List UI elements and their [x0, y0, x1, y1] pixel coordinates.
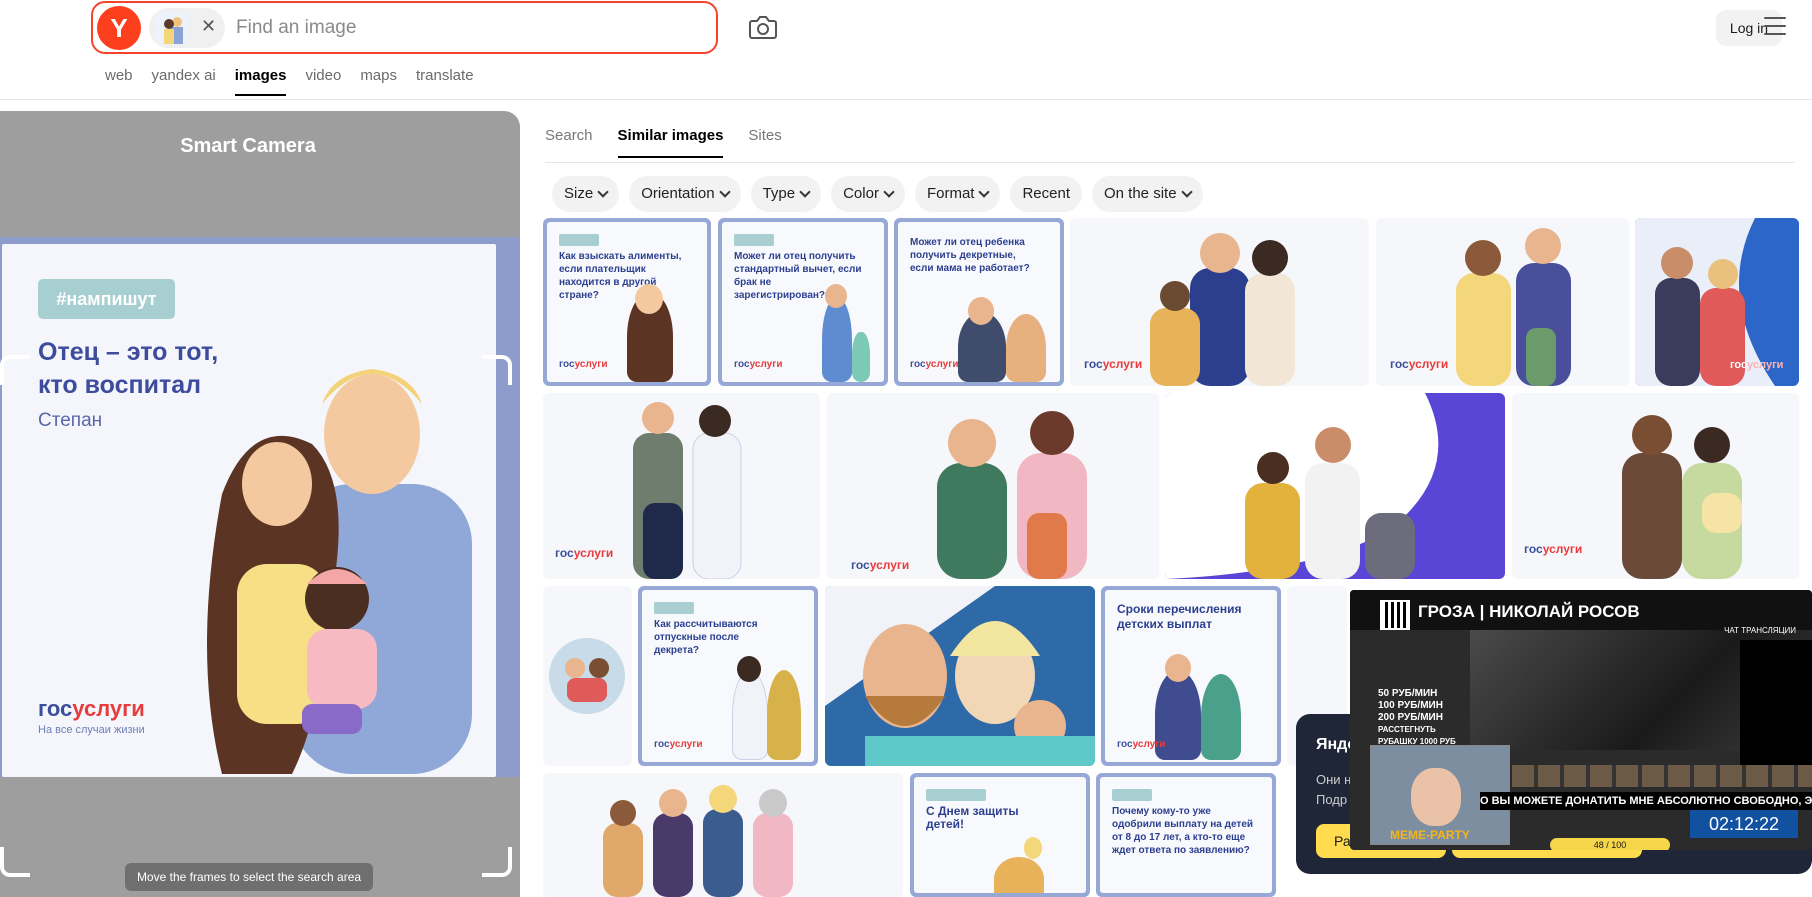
svg-text:госуслуги: госуслуги	[555, 546, 613, 560]
query-image-chip[interactable]: ✕	[149, 8, 225, 48]
chevron-down-icon	[883, 186, 895, 198]
tab-similar-images[interactable]: Similar images	[617, 127, 724, 158]
result-image[interactable]: Может ли отец ребенка получить декретные…	[894, 218, 1064, 386]
search-bar[interactable]: Y ✕	[91, 1, 718, 54]
result-image[interactable]: госуслуги	[1376, 218, 1629, 386]
result-image[interactable]	[543, 586, 632, 766]
chevron-down-icon	[1180, 186, 1193, 198]
result-image[interactable]	[543, 773, 903, 897]
result-image[interactable]: С Днем защиты детей!	[910, 773, 1090, 897]
results-tabs: Search Similar images Sites	[545, 127, 807, 158]
query-image-thumbnail	[155, 12, 189, 44]
svg-text:госуслуги: госуслуги	[1524, 542, 1582, 556]
filter-format[interactable]: Format	[914, 176, 1001, 212]
promo-text: Они н Подр	[1316, 772, 1352, 807]
stream-title: ГРОЗА | НИКОЛАЙ РОСОВ	[1418, 602, 1640, 621]
service-web[interactable]: web	[105, 67, 133, 96]
filter-bar: Size Orientation Type Color Format Recen…	[552, 176, 1203, 212]
filter-on-the-site[interactable]: On the site	[1092, 176, 1203, 212]
result-image[interactable]: Сроки перечисления детских выплат госусл…	[1101, 586, 1281, 766]
camera-search-icon[interactable]	[748, 14, 778, 40]
video-stream-overlay[interactable]: ГРОЗА | НИКОЛАЙ РОСОВ ЧАТ ТРАНСЛЯЦИИ 50 …	[1350, 590, 1812, 850]
stream-ticker: О ВЫ МОЖЕТЕ ДОНАТИТЬ МНЕ АБСОЛЮТНО СВОБО…	[1480, 792, 1812, 810]
filter-type[interactable]: Type	[750, 176, 822, 212]
selection-hint: Move the frames to select the search are…	[125, 863, 373, 891]
search-input[interactable]	[236, 13, 686, 43]
frame-handle-top-left[interactable]	[0, 355, 30, 385]
service-translate[interactable]: translate	[416, 67, 474, 96]
clear-image-icon[interactable]: ✕	[201, 16, 216, 37]
result-image[interactable]	[1165, 393, 1505, 579]
frame-handle-bottom-left[interactable]	[0, 847, 30, 877]
preview-author: Степан	[38, 410, 103, 431]
meme-party-logo: MEME-PARTY	[1390, 828, 1470, 842]
chevron-down-icon	[799, 186, 811, 198]
result-image[interactable]: госуслуги	[1635, 218, 1799, 386]
result-image[interactable]: Как рассчитываются отпускные после декре…	[638, 586, 818, 766]
header: Y ✕ Log in web yandex ai	[0, 0, 1812, 100]
service-yandex-ai[interactable]: yandex ai	[152, 67, 216, 96]
chevron-down-icon	[978, 186, 991, 198]
result-image[interactable]: госуслуги	[543, 393, 820, 579]
svg-text:госуслуги: госуслуги	[1390, 357, 1448, 371]
service-video[interactable]: video	[305, 67, 341, 96]
yandex-logo[interactable]: Y	[97, 6, 141, 50]
frame-handle-bottom-right[interactable]	[482, 847, 512, 877]
filter-size[interactable]: Size	[552, 176, 620, 212]
svg-text:госуслуги: госуслуги	[1084, 357, 1142, 371]
donation-prices: 50 РУБ/МИН 100 РУБ/МИН 200 РУБ/МИН РАССТЕГН…	[1378, 688, 1456, 746]
filter-recent[interactable]: Recent	[1010, 176, 1082, 212]
result-image[interactable]: госуслуги	[827, 393, 1159, 579]
query-image-preview: #нампишут Отец – это тот, кто воспитал С…	[2, 244, 496, 777]
service-maps[interactable]: maps	[360, 67, 397, 96]
chevron-down-icon	[597, 186, 609, 198]
chevron-down-icon	[718, 186, 731, 198]
donation-counter: 48 / 100	[1550, 838, 1670, 850]
stream-chat-badge: ЧАТ ТРАНСЛЯЦИИ	[1724, 626, 1796, 635]
family-illustration	[207, 369, 472, 774]
services-nav: web yandex ai images video maps translat…	[105, 67, 493, 96]
filter-color[interactable]: Color	[831, 176, 905, 212]
result-image[interactable]: госуслуги	[1512, 393, 1799, 579]
stream-thumbnail-strip	[1512, 765, 1812, 787]
svg-text:госуслуги: госуслуги	[1730, 359, 1783, 371]
tabs-divider	[545, 162, 1795, 163]
tab-search[interactable]: Search	[545, 127, 593, 158]
stream-chat-area	[1740, 640, 1812, 780]
qr-code-icon	[1380, 600, 1410, 630]
result-image[interactable]	[825, 586, 1095, 766]
smart-camera-title: Smart Camera	[180, 135, 316, 157]
result-image[interactable]: госуслуги	[1070, 218, 1369, 386]
result-image[interactable]: Почему кому-то уже одобрили выплату на д…	[1096, 773, 1276, 897]
frame-handle-top-right[interactable]	[482, 355, 512, 385]
service-images[interactable]: images	[234, 67, 287, 96]
login-button-wrap: Log in	[1650, 10, 1782, 46]
stream-timer: 02:12:22	[1690, 810, 1798, 838]
result-image[interactable]: Может ли отец получить стандартный вычет…	[718, 218, 888, 386]
preview-tag: #нампишут	[38, 279, 175, 319]
menu-icon[interactable]	[1764, 17, 1786, 37]
smart-camera-panel: Smart Camera #нампишут Отец – это тот, к…	[0, 111, 520, 897]
svg-text:госуслуги: госуслуги	[851, 558, 909, 572]
filter-orientation[interactable]: Orientation	[629, 176, 741, 212]
gosuslugi-logo: госуслуги	[38, 696, 145, 721]
tab-sites[interactable]: Sites	[748, 127, 781, 158]
gosuslugi-tagline: На все случаи жизни	[38, 724, 145, 736]
result-image[interactable]: Как взыскать алименты, если плательщик н…	[543, 218, 711, 386]
